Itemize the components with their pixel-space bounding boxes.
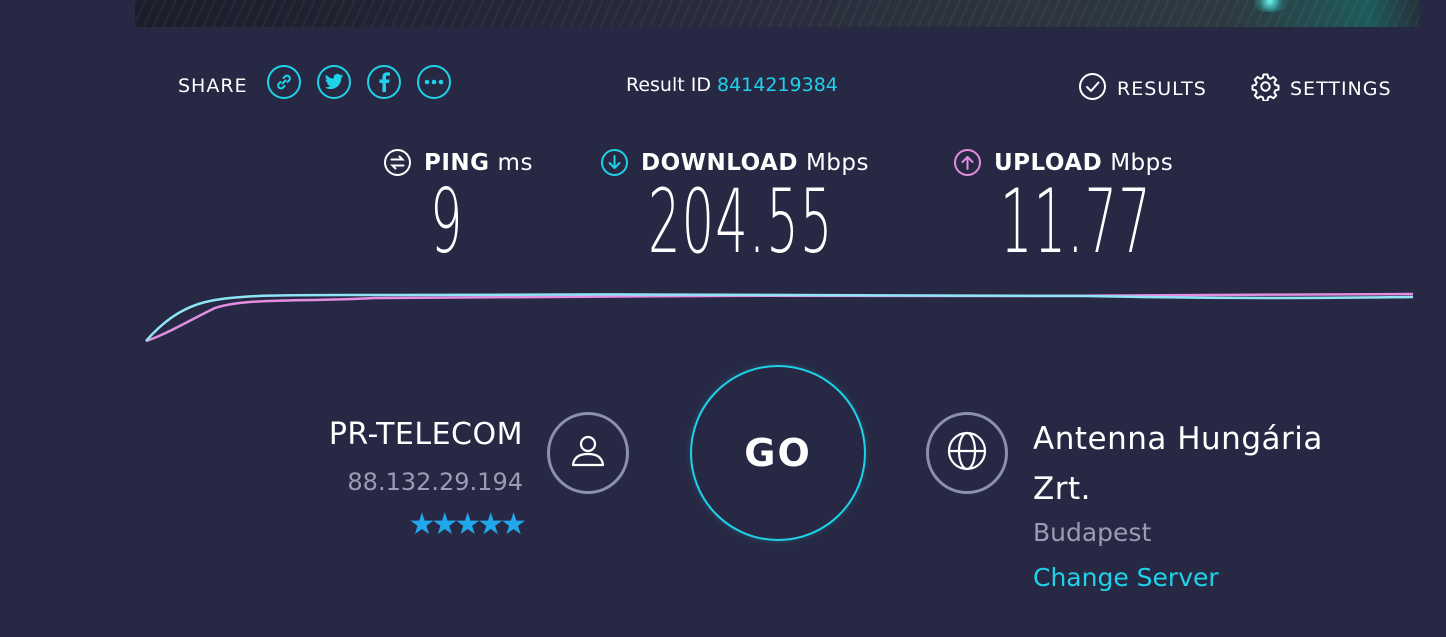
settings-label: SETTINGS <box>1290 78 1392 100</box>
copy-link-button[interactable] <box>267 65 301 99</box>
result-id-label: Result ID <box>626 74 711 96</box>
banner-glow <box>1250 0 1290 12</box>
go-button[interactable]: GO <box>690 365 866 541</box>
server-name: Antenna Hungária Zrt. <box>1033 421 1323 507</box>
ping-unit: ms <box>497 149 533 176</box>
twitter-icon <box>324 73 344 91</box>
upload-arrow-icon <box>953 148 982 177</box>
server-circle <box>926 412 1008 494</box>
facebook-share-button[interactable] <box>367 65 401 99</box>
twitter-share-button[interactable] <box>317 65 351 99</box>
change-server-link[interactable]: Change Server <box>1033 563 1219 592</box>
link-icon <box>275 73 293 91</box>
server-city: Budapest <box>1033 518 1152 547</box>
more-dots-icon <box>424 79 444 85</box>
speed-graph <box>145 292 1414 343</box>
settings-button[interactable]: SETTINGS <box>1251 72 1392 106</box>
isp-name: PR-TELECOM <box>328 417 523 452</box>
results-button[interactable]: RESULTS <box>1078 72 1207 106</box>
download-value: 204.55 <box>648 170 834 273</box>
result-id: Result ID 8414219384 <box>626 74 838 96</box>
download-graph-line <box>145 293 1414 342</box>
more-share-button[interactable] <box>417 65 451 99</box>
facebook-icon <box>378 72 390 92</box>
checkmark-circle-icon <box>1078 72 1117 106</box>
results-label: RESULTS <box>1117 78 1207 100</box>
download-arrow-icon <box>600 148 629 177</box>
user-circle <box>547 412 629 494</box>
upload-value: 11.77 <box>1000 170 1152 273</box>
ping-value: 9 <box>430 170 464 273</box>
top-banner <box>135 0 1420 27</box>
isp-rating-stars[interactable]: ★★★★★ <box>409 510 528 540</box>
isp-ip-address: 88.132.29.194 <box>347 468 523 496</box>
user-icon <box>567 430 609 476</box>
upload-graph-line <box>145 292 1414 343</box>
gear-icon <box>1251 72 1290 106</box>
share-label: SHARE <box>178 75 248 97</box>
ping-icon <box>383 148 412 177</box>
globe-icon <box>946 430 988 476</box>
result-id-value[interactable]: 8414219384 <box>717 74 838 96</box>
